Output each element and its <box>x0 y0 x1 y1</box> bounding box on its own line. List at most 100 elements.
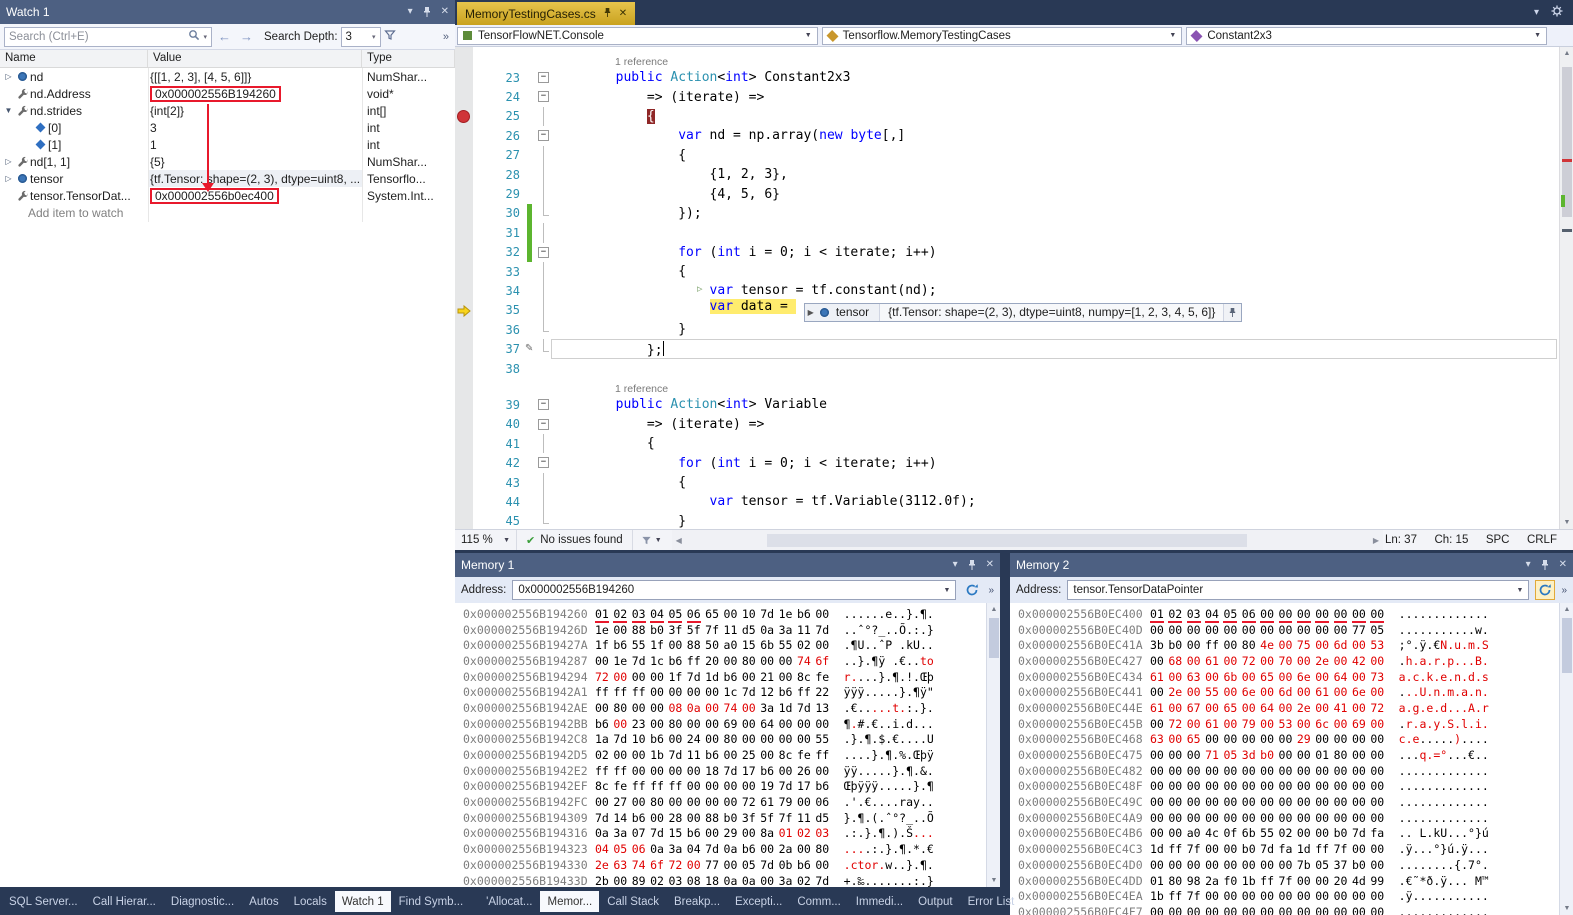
watch-value-cell[interactable]: 3 <box>148 119 362 136</box>
watch-value-cell[interactable]: {5} <box>148 153 362 170</box>
bottom-tab[interactable]: Diagnostic... <box>164 891 241 912</box>
breakpoint-margin[interactable] <box>455 243 473 262</box>
fold-margin[interactable]: − <box>535 68 553 87</box>
fold-margin[interactable] <box>535 301 553 320</box>
fold-margin[interactable]: − <box>535 453 553 472</box>
fold-margin[interactable] <box>535 165 553 184</box>
watch-row[interactable]: ▼nd.strides{int[2]}int[] <box>0 102 455 119</box>
bottom-tab[interactable]: Immedi... <box>849 891 910 912</box>
breakpoint-margin[interactable] <box>455 492 473 511</box>
bottom-tab[interactable]: Find Symb... <box>392 891 471 912</box>
fold-margin[interactable] <box>535 434 553 453</box>
refresh-icon[interactable] <box>962 580 982 600</box>
column-header-value[interactable]: Value <box>148 50 362 67</box>
watch-row[interactable]: [1]1int <box>0 136 455 153</box>
fold-collapse-icon[interactable]: − <box>538 457 549 468</box>
bottom-tab[interactable]: Autos <box>242 891 285 912</box>
window-menu-icon[interactable]: ▾ <box>408 7 413 17</box>
expander-icon[interactable]: ▷ <box>2 157 15 166</box>
gear-icon[interactable] <box>1551 5 1563 20</box>
fold-margin[interactable] <box>535 146 553 165</box>
watch-row[interactable]: nd.Address0x000002556B194260void* <box>0 85 455 102</box>
filter-icon[interactable] <box>384 28 396 46</box>
fold-margin[interactable]: − <box>535 126 553 145</box>
breakpoint-margin[interactable] <box>455 262 473 281</box>
memory2-scrollbar[interactable]: ▲ ▼ <box>1559 603 1573 915</box>
fold-margin[interactable] <box>535 262 553 281</box>
code-area[interactable]: 1 reference23− public Action<int> Consta… <box>455 47 1573 529</box>
editor-vertical-scrollbar[interactable]: ▲ ▼ <box>1559 47 1573 529</box>
watch-row[interactable]: tensor.TensorDat...0x000002556b0ec400Sys… <box>0 187 455 204</box>
breakpoint-margin[interactable] <box>455 453 473 472</box>
fold-margin[interactable] <box>535 223 553 242</box>
scroll-left-icon[interactable]: ◀ <box>676 530 682 550</box>
search-box[interactable]: ▾ <box>4 27 212 47</box>
close-icon[interactable]: ✕ <box>1559 560 1567 570</box>
memory1-address-input[interactable]: 0x000002556B194260 ▼ <box>512 580 956 600</box>
search-input[interactable] <box>9 31 185 43</box>
scroll-up-icon[interactable]: ▲ <box>1560 47 1573 60</box>
scroll-up-icon[interactable]: ▲ <box>1560 603 1573 616</box>
fold-margin[interactable]: − <box>535 415 553 434</box>
bottom-tab[interactable]: Locals <box>287 891 334 912</box>
watch-value-cell[interactable]: {[[1, 2, 3], [4, 5, 6]]} <box>148 68 362 85</box>
breakpoint-margin[interactable] <box>455 359 473 378</box>
fold-collapse-icon[interactable]: − <box>538 91 549 102</box>
fold-margin[interactable] <box>535 320 553 339</box>
fold-margin[interactable] <box>535 339 553 358</box>
scroll-down-icon[interactable]: ▼ <box>1560 516 1573 529</box>
codelens-references[interactable]: 1 reference <box>615 383 668 395</box>
fold-margin[interactable] <box>535 473 553 492</box>
scroll-right-icon[interactable]: ▶ <box>1373 530 1379 550</box>
codelens-references[interactable]: 1 reference <box>615 56 668 68</box>
scrollbar-thumb[interactable] <box>767 534 1247 547</box>
project-dropdown[interactable]: TensorFlowNET.Console ▼ <box>457 27 818 45</box>
search-next-icon[interactable]: → <box>237 29 256 44</box>
scroll-down-icon[interactable]: ▼ <box>1560 902 1573 915</box>
memory2-address-input[interactable]: tensor.TensorDataPointer ▼ <box>1067 580 1529 600</box>
watch-value-cell[interactable]: 0x000002556b0ec400 <box>148 187 362 204</box>
breakpoint-margin[interactable] <box>455 320 473 339</box>
fold-margin[interactable] <box>535 107 553 126</box>
fold-margin[interactable] <box>535 512 553 529</box>
watch-value-cell[interactable]: {int[2]} <box>148 102 362 119</box>
fold-collapse-icon[interactable]: − <box>538 399 549 410</box>
scrollbar-thumb[interactable] <box>989 618 999 658</box>
document-tab[interactable]: MemoryTestingCases.cs ✕ <box>457 2 635 25</box>
class-dropdown[interactable]: Tensorflow.MemoryTestingCases ▼ <box>822 27 1183 45</box>
pin-icon[interactable] <box>1540 559 1550 571</box>
watch-row[interactable]: ▷tensor{tf.Tensor: shape=(2, 3), dtype=u… <box>0 170 455 187</box>
watch-value-cell[interactable]: 0x000002556B194260 <box>148 85 362 102</box>
bottom-tab[interactable]: Call Hierar... <box>86 891 163 912</box>
expander-icon[interactable]: ▷ <box>2 174 15 183</box>
scroll-up-icon[interactable]: ▲ <box>987 603 1001 616</box>
window-menu-icon[interactable]: ▾ <box>1526 560 1531 570</box>
fold-margin[interactable] <box>535 204 553 223</box>
fold-margin[interactable]: − <box>535 87 553 106</box>
fold-collapse-icon[interactable]: − <box>538 419 549 430</box>
pin-icon[interactable] <box>967 559 977 571</box>
memory2-titlebar[interactable]: Memory 2 ▾ ✕ <box>1010 553 1573 577</box>
memory1-scrollbar[interactable]: ▲ ▼ <box>986 603 1000 887</box>
health-indicator[interactable]: ✔ No issues found <box>517 530 633 550</box>
bottom-tab[interactable]: Error List <box>961 891 1022 912</box>
bottom-tab[interactable]: 'Allocat... <box>479 891 539 912</box>
breakpoint-margin[interactable] <box>455 107 473 126</box>
fold-margin[interactable]: − <box>535 395 553 414</box>
bottom-tab[interactable]: Memor... <box>540 891 599 912</box>
fold-margin[interactable]: − <box>535 243 553 262</box>
expander-icon[interactable]: ▶ <box>805 308 817 317</box>
memory1-titlebar[interactable]: Memory 1 ▾ ✕ <box>455 553 1000 577</box>
pin-icon[interactable] <box>603 7 612 21</box>
horizontal-scrollbar[interactable]: ◀ ▶ <box>672 530 1383 550</box>
chevron-down-icon[interactable]: ▾ <box>1534 7 1539 18</box>
current-statement-arrow-icon[interactable] <box>455 301 473 320</box>
refresh-icon[interactable] <box>1535 580 1555 600</box>
add-watch-label[interactable]: Add item to watch <box>28 206 123 220</box>
breakpoint-margin[interactable] <box>455 434 473 453</box>
toolbar-overflow-icon[interactable]: » <box>988 585 994 596</box>
bottom-tab[interactable]: Watch 1 <box>335 891 391 912</box>
memory1-hex-view[interactable]: 0x000002556B1942600102030405066500107d1e… <box>455 603 986 887</box>
close-icon[interactable]: ✕ <box>441 7 449 17</box>
zoom-select[interactable]: 115 % ▼ <box>455 530 517 550</box>
